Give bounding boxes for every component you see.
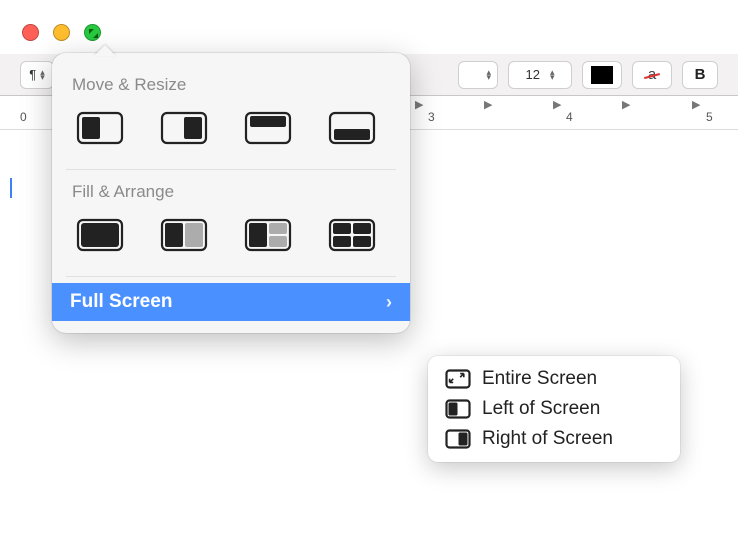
fill-quarters-button[interactable] [324,216,380,254]
move-resize-heading: Move & Resize [52,69,410,105]
move-resize-row [52,105,410,163]
ruler-number: 4 [566,110,573,124]
chevron-updown-icon: ▴▾ [40,70,45,80]
window-traffic-lights [22,24,101,41]
ruler-number: 5 [706,110,713,124]
fill-left-quarters-button[interactable] [240,216,296,254]
chevron-right-icon: › [386,292,392,313]
text-color-button[interactable] [582,61,622,89]
ruler-marker-icon[interactable]: ▶ [622,98,630,111]
color-swatch-icon [591,66,613,84]
submenu-label: Entire Screen [482,368,597,390]
font-size-field[interactable]: 12 ▴▾ [508,61,572,89]
pilcrow-icon: ¶ [29,67,36,82]
ruler-marker-icon[interactable]: ▶ [415,98,423,111]
popover-arrow [94,45,116,56]
ruler-number: 0 [20,110,27,124]
window-tile-popover: Move & Resize Fill & Arrange Full Scr [52,53,410,333]
tile-bottom-button[interactable] [324,109,380,147]
fill-left-half-button[interactable] [156,216,212,254]
full-screen-submenu: Entire Screen Left of Screen Right of Sc… [428,356,680,462]
minimize-window-button[interactable] [53,24,70,41]
close-window-button[interactable] [22,24,39,41]
chevron-updown-icon: ▴▾ [486,70,491,80]
fill-arrange-row [52,212,410,270]
text-cursor [10,178,12,198]
right-of-screen-item[interactable]: Right of Screen [434,424,674,454]
fill-full-button[interactable] [72,216,128,254]
submenu-label: Left of Screen [482,398,600,420]
separator [66,169,396,170]
separator [66,276,396,277]
entire-screen-item[interactable]: Entire Screen [434,364,674,394]
ruler-marker-icon[interactable]: ▶ [553,98,561,111]
strikethrough-button[interactable]: a [632,61,672,89]
font-family-button[interactable]: ▴▾ [458,61,498,89]
ruler-marker-icon[interactable]: ▶ [692,98,700,111]
full-screen-menu-item[interactable]: Full Screen › [52,283,410,321]
submenu-label: Right of Screen [482,428,613,450]
tile-left-button[interactable] [72,109,128,147]
zoom-window-button[interactable] [84,24,101,41]
chevron-updown-icon: ▴▾ [550,70,555,80]
strikethrough-icon: a [648,66,656,83]
paragraph-style-button[interactable]: ¶ ▴▾ [20,61,54,89]
left-of-screen-icon [444,398,472,420]
ruler-number: 3 [428,110,435,124]
ruler-marker-icon[interactable]: ▶ [484,98,492,111]
right-of-screen-icon [444,428,472,450]
tile-top-button[interactable] [240,109,296,147]
left-of-screen-item[interactable]: Left of Screen [434,394,674,424]
full-screen-label: Full Screen [70,291,172,313]
font-size-value: 12 [526,67,540,82]
tile-right-button[interactable] [156,109,212,147]
entire-screen-icon [444,368,472,390]
bold-icon: B [695,66,706,83]
bold-button[interactable]: B [682,61,718,89]
fill-arrange-heading: Fill & Arrange [52,176,410,212]
